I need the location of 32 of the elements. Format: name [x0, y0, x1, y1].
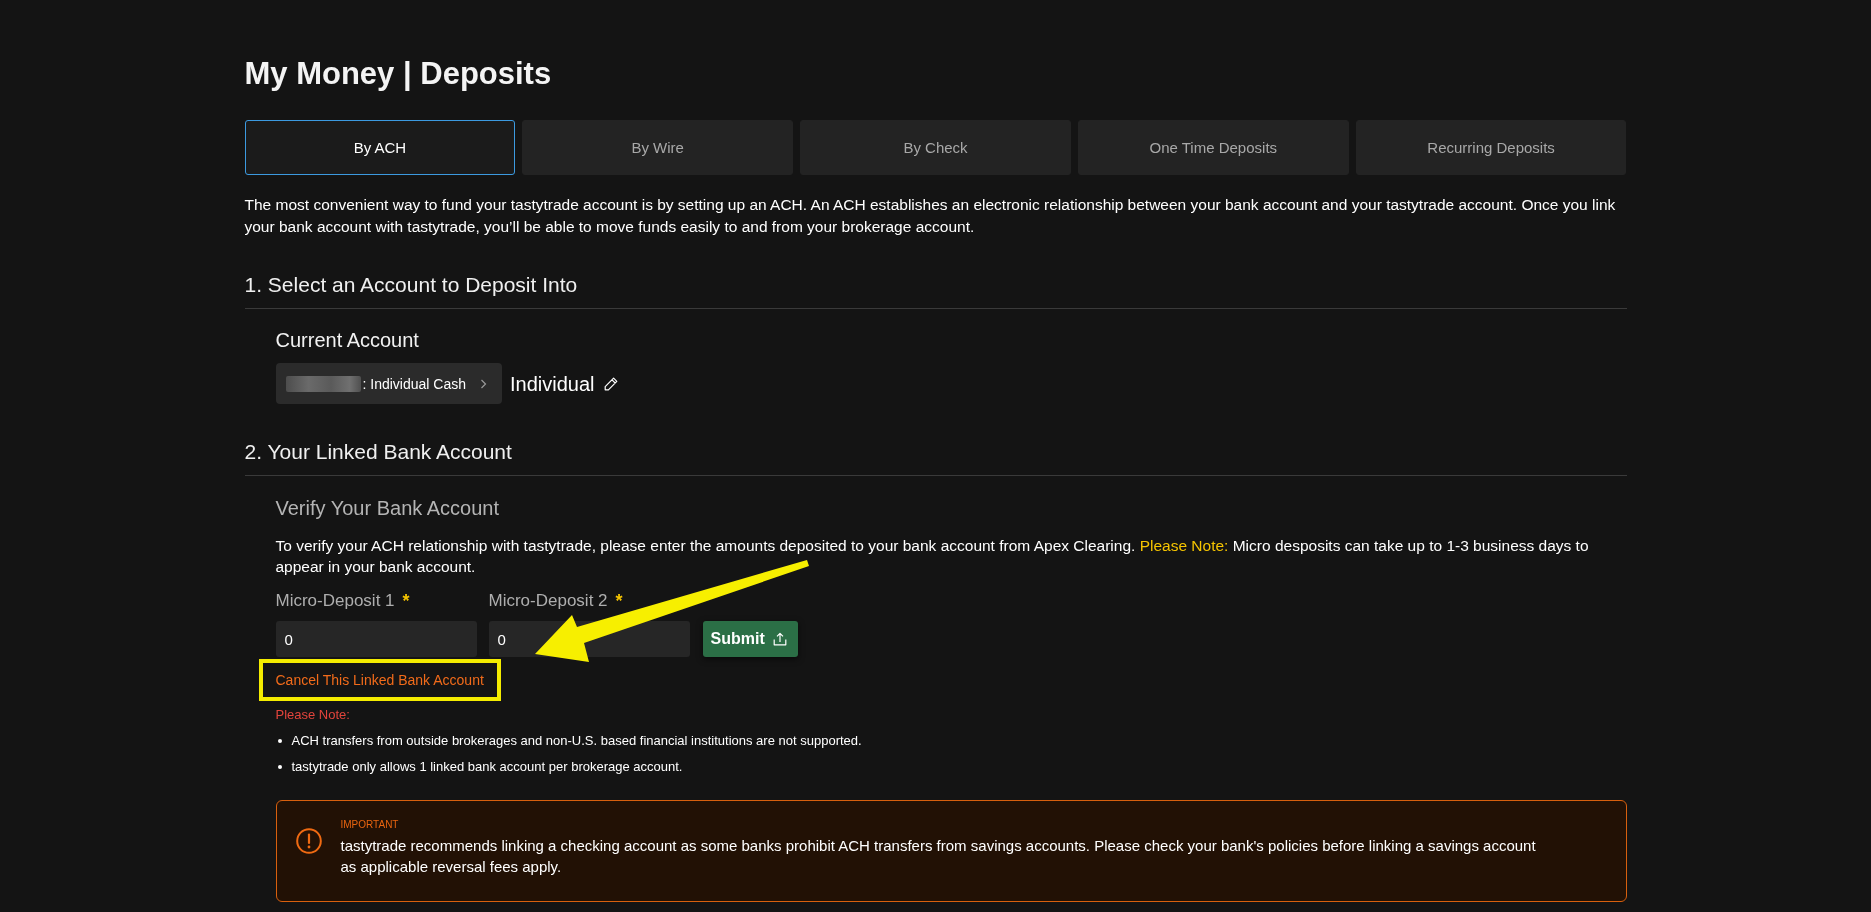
- instructions-text: To verify your ACH relationship with tastytrade, please enter the amounts deposited to your bank account from Apex Clearing. Please Note: Micro desposits can take up to 1-3 business days to appear in your bank account.: [275, 536, 1590, 577]
- pencil-icon[interactable]: [603, 376, 618, 391]
- exclamation-circle-icon: [295, 828, 322, 854]
- account-nickname: Individual: [510, 371, 595, 397]
- upload-icon: [772, 632, 787, 646]
- callout-title: IMPORTANT: [340, 818, 400, 831]
- account-selector[interactable]: : Individual Cash: [275, 363, 502, 404]
- note-item: tastytrade only allows 1 linked bank account per brokerage account.: [291, 758, 683, 776]
- tab[interactable]: Recurring Deposits: [1355, 120, 1627, 175]
- required-asterisk: *: [402, 590, 410, 612]
- note-item: ACH transfers from outside brokerages and non-U.S. based financial institutions are not supported.: [291, 732, 862, 750]
- subheading: Current Account: [275, 328, 420, 353]
- note-heading: Please Note:: [275, 706, 351, 724]
- input-field[interactable]: 0: [275, 621, 477, 657]
- intro-text: The most convenient way to fund your tastytrade account is by setting up an ACH. An ACH establishes an electronic relationship between your bank account and your tastytrade account. Once you link your bank account with tastytrade, you’ll be able to move funds easily to and from your brokerage account.: [244, 195, 1617, 237]
- bullet-icon: [277, 765, 282, 769]
- chevron-right-icon: [480, 378, 487, 389]
- section-heading: 2. Your Linked Bank Account: [244, 439, 513, 465]
- cancel-link[interactable]: Cancel This Linked Bank Account: [275, 670, 484, 690]
- bullet-icon: [277, 739, 282, 743]
- tab[interactable]: One Time Deposits: [1077, 120, 1349, 175]
- tab[interactable]: By ACH: [244, 120, 516, 175]
- tab[interactable]: By Wire: [522, 120, 794, 175]
- field-label: Micro-Deposit 1: [275, 590, 395, 612]
- tab[interactable]: By Check: [800, 120, 1071, 175]
- field-label: Micro-Deposit 2: [488, 590, 608, 612]
- section-heading: 1. Select an Account to Deposit Into: [244, 272, 579, 298]
- callout-text: tastytrade recommends linking a checking account as some banks prohibit ACH transfers from savings accounts. Please check your bank's policies before linking a savings account as applicable reversal fees apply.: [340, 836, 1537, 877]
- required-asterisk: *: [615, 590, 623, 612]
- page-title: My Money | Deposits: [244, 55, 553, 93]
- form-heading: Verify Your Bank Account: [275, 496, 500, 521]
- submit-button[interactable]: Submit: [702, 621, 798, 657]
